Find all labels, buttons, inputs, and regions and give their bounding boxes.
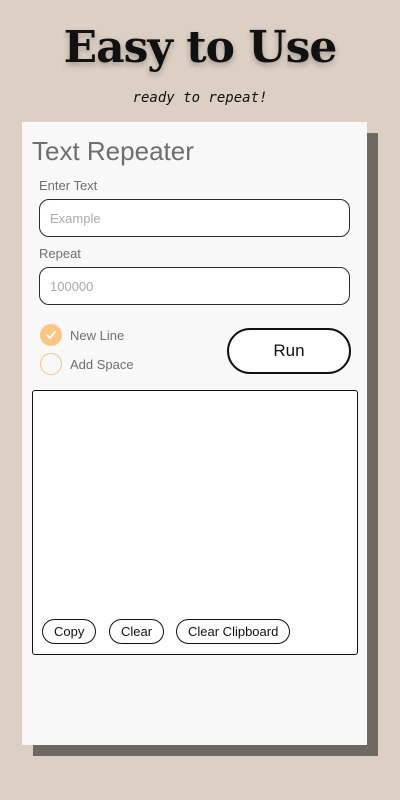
new-line-checkbox[interactable]: New Line [40, 323, 124, 347]
copy-button[interactable]: Copy [42, 619, 97, 644]
promo-subtitle: ready to repeat! [132, 90, 268, 106]
repeat-count-input[interactable] [39, 267, 350, 305]
promo-title: Easy to Use [63, 22, 338, 73]
clear-button[interactable]: Clear [109, 619, 165, 644]
check-icon [46, 331, 56, 339]
run-button[interactable]: Run [227, 328, 351, 374]
output-box[interactable]: Copy Clear Clear Clipboard [32, 390, 358, 655]
new-line-check-circle[interactable] [40, 324, 62, 346]
app-card: Text Repeater Enter Text Repeat New Line… [22, 122, 367, 745]
enter-text-label: Enter Text [39, 178, 98, 193]
clear-clipboard-button[interactable]: Clear Clipboard [176, 619, 291, 644]
app-title: Text Repeater [32, 136, 194, 166]
new-line-label: New Line [70, 327, 125, 343]
enter-text-input[interactable] [39, 199, 350, 237]
add-space-label: Add Space [70, 356, 134, 372]
add-space-check-circle[interactable] [40, 353, 62, 375]
add-space-checkbox[interactable]: Add Space [40, 352, 134, 376]
repeat-label: Repeat [39, 246, 81, 261]
output-text [41, 399, 349, 604]
